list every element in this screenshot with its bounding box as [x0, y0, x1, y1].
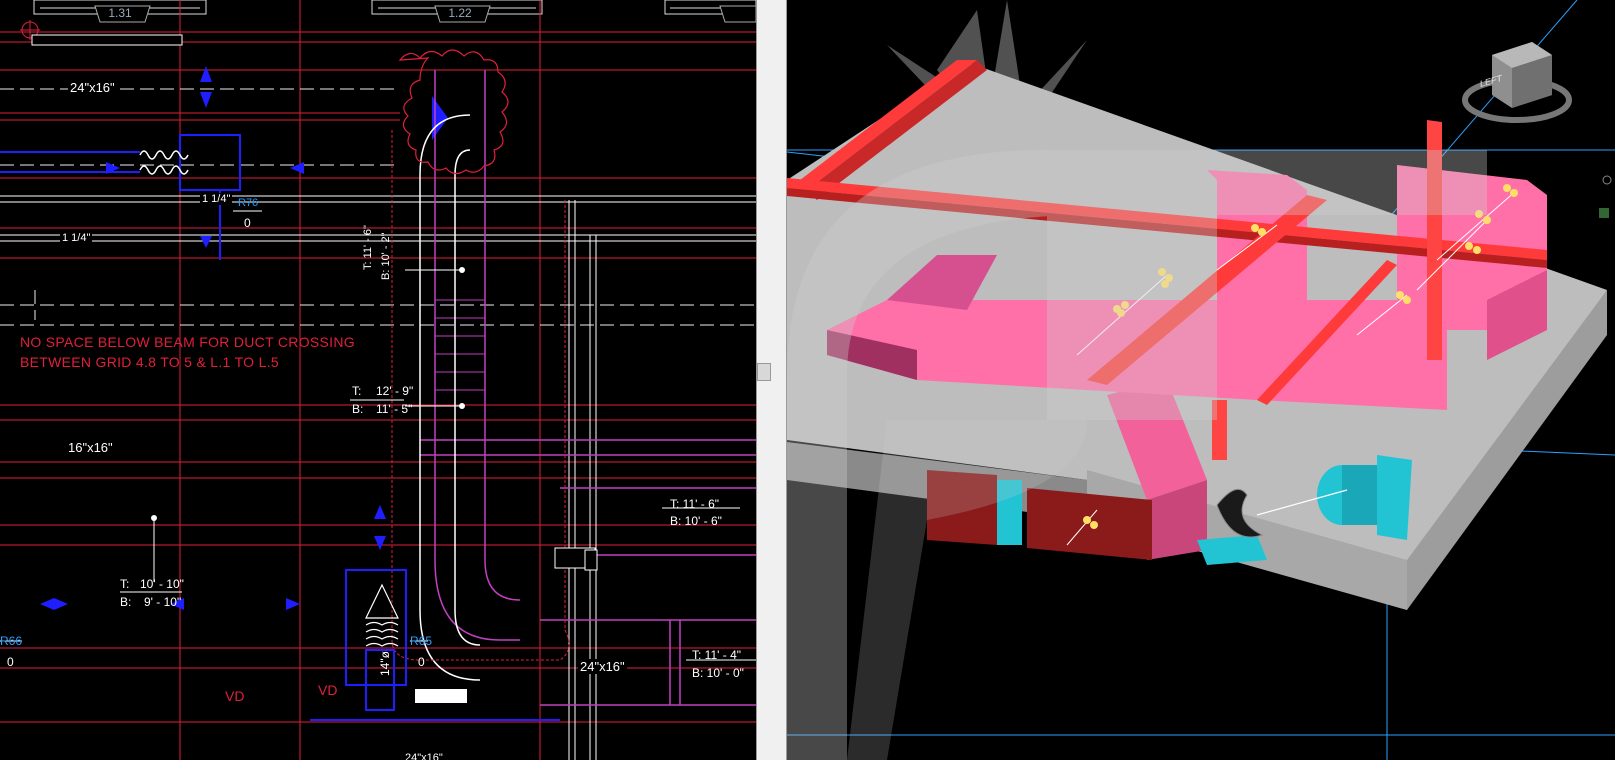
elevation-top-label: T: — [352, 384, 362, 398]
duct-size-label-partial: 24"x16" — [405, 752, 443, 760]
elevation-top-right: T: 11' - 6" — [670, 497, 720, 511]
duct-size-label-top: 24"x16" — [68, 80, 117, 95]
pipe-size-label-a: 1 1/4" — [200, 193, 233, 205]
cad-workspace: 1.31 1.22 24"x16" 1 1/4" 1 1/4" R76 0 NO… — [0, 0, 1615, 760]
splitter-grip[interactable] — [757, 363, 771, 381]
model-3d-scene[interactable] — [787, 0, 1615, 760]
elevation-top-value: 12' - 9" — [376, 384, 414, 398]
elevation-top-left-label: T: — [120, 577, 130, 591]
elevation-bottom-left-value: 9' - 10" — [144, 595, 182, 609]
elevation-bottom-bottom-right: B: 10' - 0" — [692, 666, 744, 680]
plan-drawing[interactable] — [0, 0, 756, 760]
elevation-top-bottom-right: T: 11' - 4" — [692, 648, 742, 662]
duct-size-label-mid: 16"x16" — [66, 440, 115, 455]
elevation-bottom-value: 11' - 5" — [376, 402, 413, 416]
diffuser-tag-top: R76 — [238, 197, 259, 209]
elevation-bottom-rotated: B: 10' - 2" — [380, 232, 392, 280]
volume-damper-label-1: VD — [225, 688, 245, 704]
model-3d-viewport[interactable]: LEFT — [787, 0, 1615, 760]
pipe-size-label-b: 1 1/4" — [60, 232, 93, 244]
coordination-note-line-1: NO SPACE BELOW BEAM FOR DUCT CROSSING — [20, 334, 355, 350]
plan-viewport[interactable]: 1.31 1.22 24"x16" 1 1/4" 1 1/4" R76 0 NO… — [0, 0, 756, 760]
elevation-top-rotated: T: 11' - 6" — [362, 225, 374, 270]
coordination-note-line-2: BETWEEN GRID 4.8 TO 5 & L.1 TO L.5 — [20, 354, 279, 370]
round-duct-size-label: 14"ø — [378, 651, 392, 676]
duct-size-label-bottom: 24"x16" — [578, 659, 627, 674]
diffuser-tag-r66-value: 0 — [7, 655, 14, 669]
diffuser-tag-r65: R65 — [410, 634, 433, 648]
viewport-splitter[interactable] — [756, 0, 787, 760]
diffuser-tag-r66: R66 — [0, 634, 23, 648]
diffuser-tag-top-value: 0 — [244, 216, 251, 230]
section-tag-1[interactable]: 1.31 — [98, 6, 142, 20]
volume-damper-label-2: VD — [318, 682, 338, 698]
elevation-bottom-left-label: B: — [120, 595, 132, 609]
section-tag-2[interactable]: 1.22 — [438, 6, 482, 20]
diffuser-tag-r65-value: 0 — [418, 655, 425, 669]
elevation-bottom-label: B: — [352, 402, 364, 416]
elevation-top-left-value: 10' - 10" — [140, 577, 184, 591]
elevation-bottom-right: B: 10' - 6" — [670, 514, 722, 528]
